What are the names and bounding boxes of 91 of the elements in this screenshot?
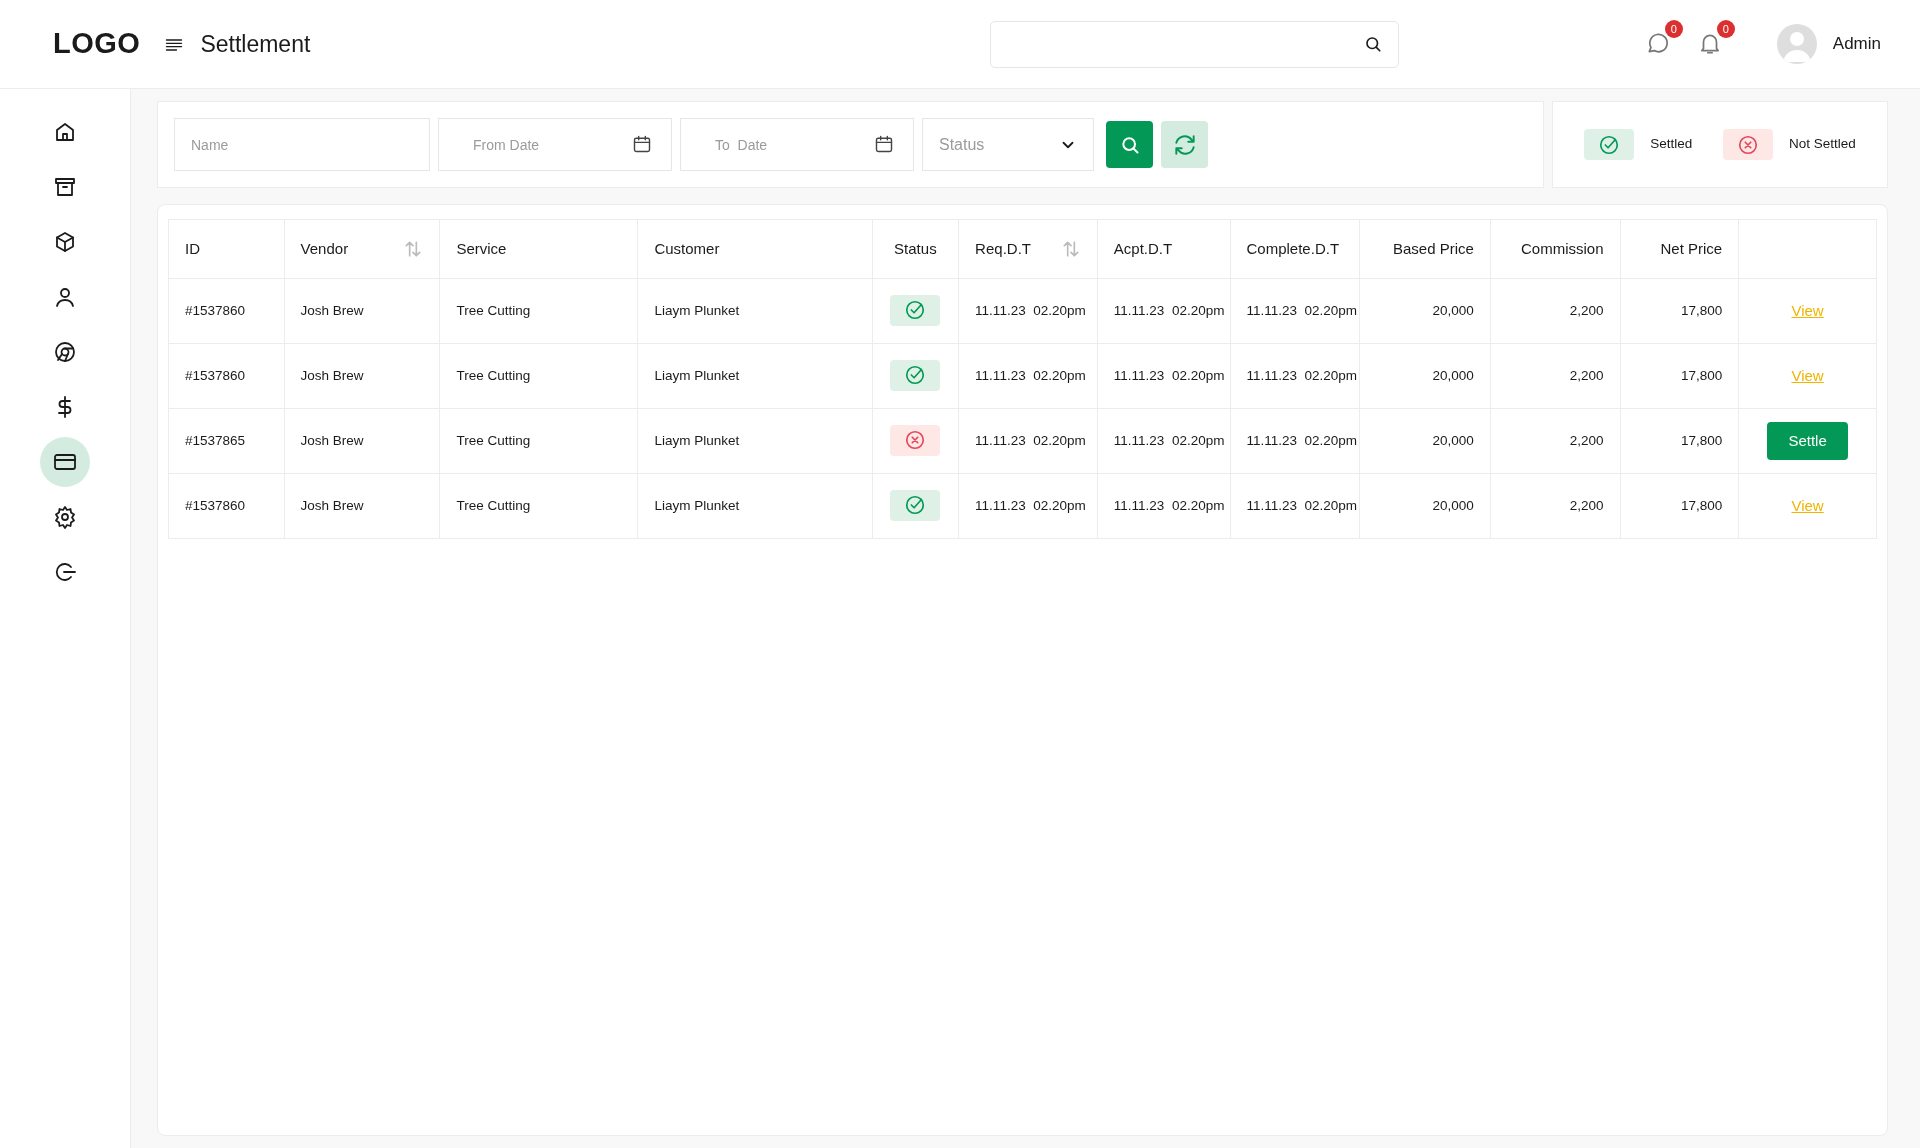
table-cell: Josh Brew bbox=[300, 302, 364, 318]
table-cell: 17,800 bbox=[1680, 497, 1723, 513]
table-cell: #1537865 bbox=[185, 432, 246, 448]
table-cell: Liaym Plunket bbox=[654, 497, 740, 513]
check-circle-icon bbox=[904, 364, 927, 387]
table-cell: 17,800 bbox=[1680, 367, 1723, 383]
cube-icon bbox=[53, 230, 77, 254]
table-cell: #1537860 bbox=[185, 497, 246, 513]
name-field[interactable]: Name bbox=[174, 118, 430, 171]
column-header: Service bbox=[456, 238, 507, 259]
table-cell: 20,000 bbox=[1432, 302, 1474, 318]
search-icon bbox=[1364, 35, 1383, 53]
header-cell[interactable]: Req.D.T bbox=[958, 219, 1098, 279]
column-header: Net Price bbox=[1660, 238, 1723, 259]
table-cell: 11.11.23 02.20pm bbox=[1113, 367, 1225, 383]
table-cell: Josh Brew bbox=[300, 367, 364, 383]
search-button[interactable] bbox=[1106, 121, 1153, 168]
date-field[interactable]: From Date bbox=[438, 118, 672, 171]
table-cell: Josh Brew bbox=[300, 432, 364, 448]
sort-arrows-icon bbox=[1060, 239, 1081, 259]
table-cell: Tree Cutting bbox=[456, 432, 531, 448]
table-cell: 20,000 bbox=[1432, 432, 1474, 448]
table-cell: 11.11.23 02.20pm bbox=[1113, 497, 1225, 513]
search-field[interactable] bbox=[990, 20, 1400, 68]
column-header: Acpt.D.T bbox=[1113, 238, 1173, 259]
check-circle-icon bbox=[904, 299, 927, 322]
table-cell: 11.11.23 02.20pm bbox=[975, 302, 1086, 318]
table-cell: 11.11.23 02.20pm bbox=[1246, 367, 1358, 383]
table-cell: Tree Cutting bbox=[456, 497, 531, 513]
calendar-icon bbox=[632, 134, 652, 154]
table-cell: 20,000 bbox=[1432, 497, 1474, 513]
table-cell: Tree Cutting bbox=[456, 302, 531, 318]
sort-arrows-icon bbox=[403, 239, 424, 259]
table-cell: 2,200 bbox=[1569, 432, 1604, 448]
circle-logo-icon bbox=[53, 340, 77, 364]
table-cell: #1537860 bbox=[185, 367, 246, 383]
table-cell: 2,200 bbox=[1569, 367, 1604, 383]
table-cell: Liaym Plunket bbox=[654, 432, 740, 448]
column-header: Vendor bbox=[300, 238, 349, 259]
legend-label: Settled bbox=[1650, 135, 1693, 154]
logo: LOGO bbox=[53, 26, 141, 62]
table-cell: Tree Cutting bbox=[456, 367, 531, 383]
user-name[interactable]: Admin bbox=[1832, 31, 1881, 57]
column-header: Commission bbox=[1521, 238, 1604, 259]
column-header: Complete.D.T bbox=[1246, 238, 1340, 259]
table-cell: Liaym Plunket bbox=[654, 302, 740, 318]
person-icon bbox=[53, 285, 77, 309]
table-cell: Josh Brew bbox=[300, 497, 364, 513]
view-link[interactable]: View bbox=[1791, 496, 1824, 514]
settings-icon bbox=[53, 505, 77, 529]
table-cell: Liaym Plunket bbox=[654, 367, 740, 383]
check-circle-icon bbox=[904, 494, 927, 517]
search-icon bbox=[1119, 134, 1140, 155]
status-dropdown[interactable]: Status bbox=[922, 118, 1094, 171]
column-header: ID bbox=[185, 238, 200, 259]
table-cell: 11.11.23 02.20pm bbox=[1113, 432, 1225, 448]
header-cell[interactable]: Vendor bbox=[284, 219, 440, 279]
settle-button[interactable]: Settle bbox=[1767, 421, 1848, 461]
count-badge: 0 bbox=[1716, 20, 1735, 38]
table-cell: 11.11.23 02.20pm bbox=[975, 367, 1086, 383]
date-field[interactable]: To Date bbox=[680, 118, 914, 171]
check-circle-icon bbox=[1598, 133, 1621, 156]
table-cell: 11.11.23 02.20pm bbox=[975, 432, 1086, 448]
table-cell: 2,200 bbox=[1569, 497, 1604, 513]
table-cell: 11.11.23 02.20pm bbox=[1246, 302, 1358, 318]
home-icon bbox=[53, 120, 77, 144]
table-cell: 17,800 bbox=[1680, 302, 1723, 318]
calendar-icon bbox=[874, 134, 894, 154]
table-cell: 11.11.23 02.20pm bbox=[975, 497, 1086, 513]
logout-icon bbox=[53, 560, 77, 584]
count-badge: 0 bbox=[1664, 20, 1683, 38]
legend-label: Not Settled bbox=[1788, 135, 1856, 154]
column-header: Customer bbox=[654, 238, 720, 259]
column-header: Based Price bbox=[1393, 238, 1474, 259]
table-cell: #1537860 bbox=[185, 302, 246, 318]
x-circle-icon bbox=[904, 429, 927, 452]
view-link[interactable]: View bbox=[1791, 366, 1824, 384]
x-circle-icon bbox=[1736, 133, 1759, 156]
column-header: Req.D.T bbox=[975, 238, 1031, 259]
table-cell: 20,000 bbox=[1432, 367, 1474, 383]
refresh-button[interactable] bbox=[1161, 121, 1208, 168]
sidebar-item[interactable] bbox=[40, 437, 90, 487]
archive-box-icon bbox=[53, 175, 77, 199]
table-cell: 11.11.23 02.20pm bbox=[1246, 497, 1358, 513]
column-header: Status bbox=[894, 238, 937, 259]
table-cell: 2,200 bbox=[1569, 302, 1604, 318]
table-cell: 11.11.23 02.20pm bbox=[1113, 302, 1225, 318]
view-link[interactable]: View bbox=[1791, 301, 1824, 319]
table-cell: 11.11.23 02.20pm bbox=[1246, 432, 1358, 448]
page-title: Settlement bbox=[200, 29, 311, 59]
table-cell: 17,800 bbox=[1680, 432, 1723, 448]
